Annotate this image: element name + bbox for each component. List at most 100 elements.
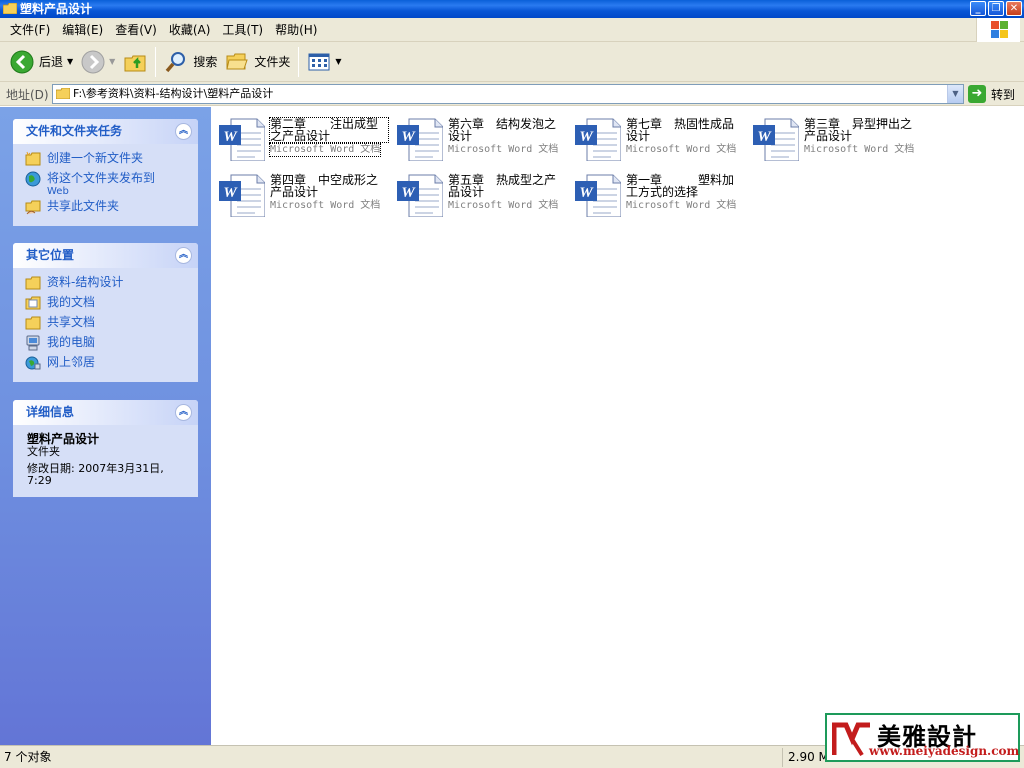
menu-help[interactable]: 帮助(H): [269, 20, 323, 40]
tasks-panel-title: 文件和文件夹任务: [26, 124, 123, 138]
file-name: 第三章 异型押出之产品设计: [804, 117, 913, 143]
file-type: Microsoft Word 文档: [270, 200, 381, 211]
folder-icon: [3, 3, 17, 14]
toolbar-separator: [155, 46, 157, 77]
views-dropdown-icon[interactable]: ▼: [335, 57, 341, 66]
task-pane: 文件和文件夹任务 ︽ 创建一个新文件夹 将这个文件夹发布到 Web 共享此文件夹…: [0, 107, 211, 745]
window-title: 塑料产品设计: [20, 2, 93, 16]
task-new-folder[interactable]: 创建一个新文件夹: [25, 150, 198, 170]
address-input[interactable]: F:\参考资料\资料-结构设计\塑料产品设计 ▼: [52, 84, 964, 104]
status-divider: [782, 748, 783, 767]
views-button[interactable]: ▼: [303, 46, 345, 78]
minimize-button[interactable]: _: [970, 1, 986, 16]
meiya-logo-icon: [832, 722, 870, 757]
place-my-computer[interactable]: 我的电脑: [25, 334, 198, 354]
publish-web-icon: [25, 171, 41, 187]
menu-favorites[interactable]: 收藏(A): [163, 20, 217, 40]
address-bar: 地址(D) F:\参考资料\资料-结构设计\塑料产品设计 ▼ ➜ 转到: [0, 82, 1024, 106]
network-places-icon: [25, 356, 41, 370]
file-name: 第六章 结构发泡之设计: [448, 117, 557, 143]
address-dropdown-button[interactable]: ▼: [947, 85, 963, 103]
word-document-icon: W: [753, 118, 799, 161]
forward-dropdown-icon[interactable]: ▼: [109, 57, 115, 66]
new-folder-icon: [25, 151, 41, 166]
place-label: 共享文档: [47, 315, 96, 329]
file-item[interactable]: W 第四章 中空成形之产品设计 Microsoft Word 文档: [215, 167, 393, 219]
windows-logo-icon: [976, 18, 1020, 42]
restore-button[interactable]: ❐: [988, 1, 1004, 16]
svg-text:W: W: [401, 185, 416, 201]
svg-text:W: W: [579, 129, 594, 145]
search-button[interactable]: 搜索: [160, 46, 221, 78]
title-bar[interactable]: 塑料产品设计 _ ❐ ✕: [0, 0, 1024, 18]
file-type: Microsoft Word 文档: [448, 200, 559, 211]
file-name: 第五章 热成型之产品设计: [448, 173, 557, 199]
svg-text:W: W: [223, 129, 238, 145]
back-dropdown-icon[interactable]: ▼: [67, 57, 73, 66]
place-shared-documents[interactable]: 共享文档: [25, 314, 198, 334]
close-button[interactable]: ✕: [1006, 1, 1022, 16]
up-folder-icon: [124, 55, 146, 71]
forward-button[interactable]: ▼: [77, 46, 119, 78]
svg-text:W: W: [223, 185, 238, 201]
menu-edit[interactable]: 编辑(E): [56, 20, 109, 40]
file-item[interactable]: W 第六章 结构发泡之设计 Microsoft Word 文档: [393, 111, 571, 163]
status-size: 2.90 M: [788, 750, 829, 764]
file-name: 第四章 中空成形之产品设计: [270, 173, 379, 199]
details-type: 文件夹: [27, 445, 60, 458]
task-new-folder-label: 创建一个新文件夹: [47, 151, 144, 165]
place-label: 我的文档: [47, 295, 96, 309]
menu-tools[interactable]: 工具(T): [216, 20, 269, 40]
folder-icon: [56, 88, 70, 99]
tasks-panel: 文件和文件夹任务 ︽ 创建一个新文件夹 将这个文件夹发布到 Web 共享此文件夹: [13, 119, 198, 226]
task-publish-web[interactable]: 将这个文件夹发布到 Web: [25, 170, 198, 198]
svg-text:W: W: [401, 129, 416, 145]
forward-arrow-icon: [81, 50, 105, 73]
task-publish-web-sub: Web: [47, 186, 69, 197]
search-label: 搜索: [193, 55, 218, 69]
go-button[interactable]: ➜ 转到: [968, 84, 1015, 104]
file-item[interactable]: W 第三章 异型押出之产品设计 Microsoft Word 文档: [749, 111, 927, 163]
up-folder-button[interactable]: [119, 46, 151, 78]
collapse-icon[interactable]: ︽: [175, 247, 192, 264]
back-button[interactable]: 后退 ▼: [6, 46, 77, 78]
place-label: 我的电脑: [47, 335, 96, 349]
details-panel: 详细信息 ︽ 塑料产品设计 文件夹 修改日期: 2007年3月31日, 7:29: [13, 400, 198, 497]
shared-documents-icon: [25, 316, 41, 330]
places-panel-title: 其它位置: [26, 248, 75, 262]
place-label: 资料-结构设计: [47, 275, 124, 289]
back-arrow-icon: [10, 50, 34, 73]
menu-view[interactable]: 查看(V): [109, 20, 163, 40]
details-modified: 修改日期: 2007年3月31日,: [27, 462, 164, 475]
menu-file[interactable]: 文件(F): [4, 20, 56, 40]
tasks-panel-header[interactable]: 文件和文件夹任务 ︽: [13, 119, 198, 144]
place-my-documents[interactable]: 我的文档: [25, 294, 198, 314]
collapse-icon[interactable]: ︽: [175, 123, 192, 140]
file-item[interactable]: W 第五章 热成型之产品设计 Microsoft Word 文档: [393, 167, 571, 219]
place-struct-design[interactable]: 资料-结构设计: [25, 274, 198, 294]
file-item[interactable]: W 第七章 热固性成品设计 Microsoft Word 文档: [571, 111, 749, 163]
folders-icon: [226, 53, 249, 69]
collapse-icon[interactable]: ︽: [175, 404, 192, 421]
word-document-icon: W: [397, 174, 443, 217]
task-share-folder[interactable]: 共享此文件夹: [25, 198, 198, 218]
place-label: 网上邻居: [47, 355, 96, 369]
word-document-icon: W: [219, 174, 265, 217]
file-item[interactable]: W 第二章 注出成型之产品设计 Microsoft Word 文档: [215, 111, 393, 163]
file-name: 第七章 热固性成品设计: [626, 117, 735, 143]
watermark-logo: 美雅設計 www.meiyadesign.com: [825, 713, 1020, 762]
search-icon: [165, 51, 186, 72]
task-publish-web-label: 将这个文件夹发布到: [47, 171, 156, 185]
task-share-folder-label: 共享此文件夹: [47, 199, 120, 213]
back-label: 后退: [39, 55, 64, 69]
details-panel-header[interactable]: 详细信息 ︽: [13, 400, 198, 425]
file-item[interactable]: W 第一章 塑料加工方式的选择 Microsoft Word 文档: [571, 167, 749, 219]
places-panel-header[interactable]: 其它位置 ︽: [13, 243, 198, 268]
file-list[interactable]: W 第二章 注出成型之产品设计 Microsoft Word 文档 W 第六章 …: [211, 107, 1024, 745]
folders-button[interactable]: 文件夹: [221, 46, 294, 78]
word-document-icon: W: [575, 174, 621, 217]
my-computer-icon: [26, 335, 40, 351]
folder-icon: [25, 276, 41, 290]
go-arrow-icon: ➜: [968, 85, 986, 103]
place-network[interactable]: 网上邻居: [25, 354, 198, 374]
